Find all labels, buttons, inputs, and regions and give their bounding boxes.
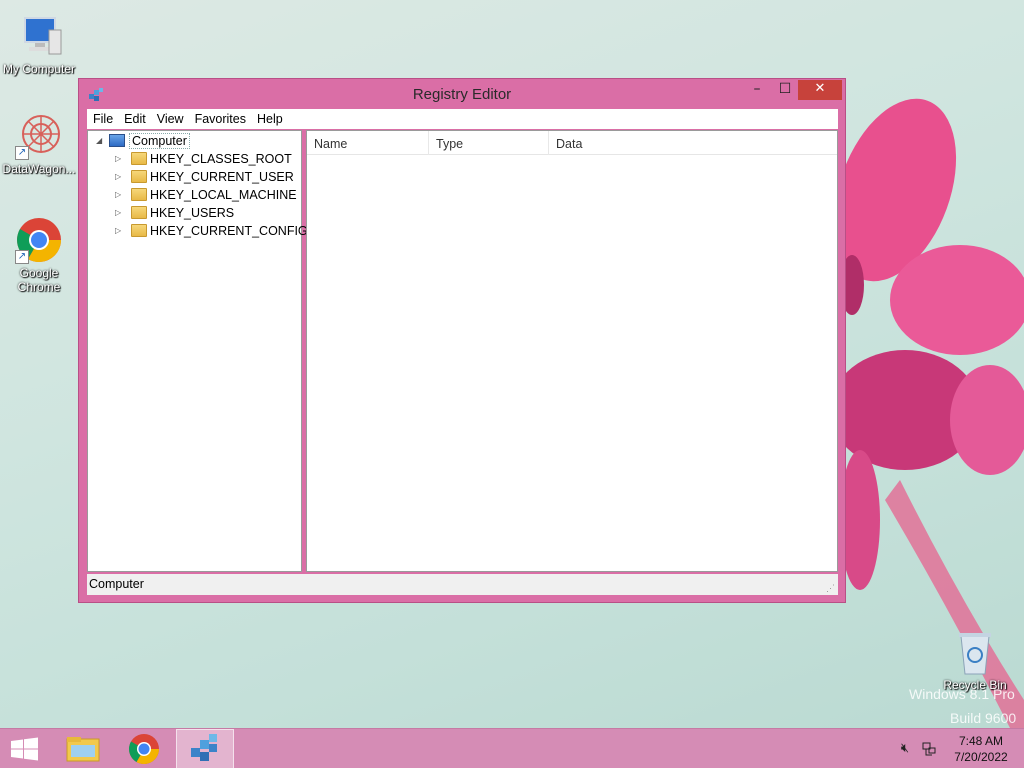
column-header-data[interactable]: Data [549,131,837,155]
tree-node-label: HKEY_CLASSES_ROOT [150,152,292,166]
menu-bar: File Edit View Favorites Help [87,109,838,129]
chrome-icon: ↗ [15,216,63,264]
computer-icon [15,12,63,60]
taskbar-chrome[interactable] [115,729,173,768]
tree-node-hkey-current-config[interactable]: ▷ HKEY_CURRENT_CONFIG [115,222,308,240]
tree-node-hkey-users[interactable]: ▷ HKEY_USERS [115,204,234,222]
speaker-muted-icon[interactable]: 🔇︎ [897,741,913,757]
desktop-icon-label: My Computer [2,62,76,76]
start-button[interactable] [0,729,50,768]
expand-arrow-icon[interactable]: ▷ [115,186,125,204]
windows-logo-icon [11,737,38,761]
menu-view[interactable]: View [151,109,189,126]
tree-node-hkey-classes-root[interactable]: ▷ HKEY_CLASSES_ROOT [115,150,292,168]
window-title: Registry Editor [412,86,512,103]
tree-node-label: HKEY_CURRENT_CONFIG [150,224,308,238]
registry-tree[interactable]: ◢ Computer ▷ HKEY_CLASSES_ROOT ▷ HKEY_CURRE… [87,130,308,572]
chrome-icon [128,734,159,765]
expand-arrow-icon[interactable]: ▷ [115,150,125,168]
computer-icon [109,134,125,147]
column-header-name[interactable]: Name [307,131,429,155]
folder-icon [131,224,147,237]
minimize-button[interactable]: – [743,80,771,100]
file-explorer-icon [66,737,100,762]
collapse-arrow-icon[interactable]: ◢ [96,132,106,150]
watermark-build: Build 9600 [950,710,1017,726]
menu-favorites[interactable]: Favorites [189,109,251,126]
desktop-icon-datawagon[interactable]: ↗ DataWagon... [0,112,78,176]
shortcut-arrow-icon: ↗ [15,146,29,160]
menu-edit[interactable]: Edit [118,109,151,126]
tree-node-label: HKEY_CURRENT_USER [150,170,294,184]
taskbar-file-explorer[interactable] [54,729,112,768]
clock-date: 7/20/2022 [954,750,1008,764]
expand-arrow-icon[interactable]: ▷ [115,222,125,240]
taskbar-registry-editor[interactable] [176,729,234,768]
regedit-icon [191,734,217,761]
folder-icon [131,152,147,165]
clock-time: 7:48 AM [958,734,1004,748]
datawagon-icon: ↗ [15,112,63,160]
folder-icon [131,188,147,201]
system-clock[interactable]: 7:48 AM 7/20/2022 [946,733,1016,765]
folder-icon [131,170,147,183]
expand-arrow-icon[interactable]: ▷ [115,204,125,222]
desktop-icon-google-chrome[interactable]: ↗ Google Chrome [0,216,78,294]
title-bar[interactable]: Registry Editor – ☐ ✕ [79,79,845,109]
desktop-icon-my-computer[interactable]: My Computer [0,12,78,76]
status-bar: Computer ⋰ [87,574,838,595]
values-list[interactable]: Name Type Data [306,130,838,572]
tree-node-hkey-local-machine[interactable]: ▷ HKEY_LOCAL_MACHINE [115,186,297,204]
folder-icon [131,206,147,219]
watermark-edition: Windows 8.1 Pro [909,686,1015,702]
list-header: Name Type Data [307,131,837,155]
status-path: Computer [89,577,144,591]
column-header-type[interactable]: Type [429,131,549,155]
close-button[interactable]: ✕ [798,80,842,100]
shortcut-arrow-icon: ↗ [15,250,29,264]
desktop-icon-recycle-bin[interactable]: Recycle Bin [936,630,1014,692]
recycle-bin-icon [955,630,995,676]
network-icon[interactable] [921,741,937,757]
desktop-icon-label: Google Chrome [17,266,61,294]
menu-file[interactable]: File [87,109,118,126]
taskbar: 🔇︎ 7:48 AM 7/20/2022 [0,728,1024,768]
tree-node-label: Computer [129,133,190,149]
tree-node-label: HKEY_USERS [150,206,235,220]
desktop-icon-label: DataWagon... [2,162,76,176]
registry-editor-window: Registry Editor – ☐ ✕ File Edit View Favori… [78,78,846,603]
tree-node-label: HKEY_LOCAL_MACHINE [150,188,297,202]
tree-node-hkey-current-user[interactable]: ▷ HKEY_CURRENT_USER [115,168,294,186]
menu-help[interactable]: Help [251,109,288,126]
maximize-button[interactable]: ☐ [771,80,799,100]
expand-arrow-icon[interactable]: ▷ [115,168,125,186]
resize-grip-icon[interactable]: ⋰ [826,583,836,593]
tree-node-computer[interactable]: ◢ Computer [96,132,190,150]
